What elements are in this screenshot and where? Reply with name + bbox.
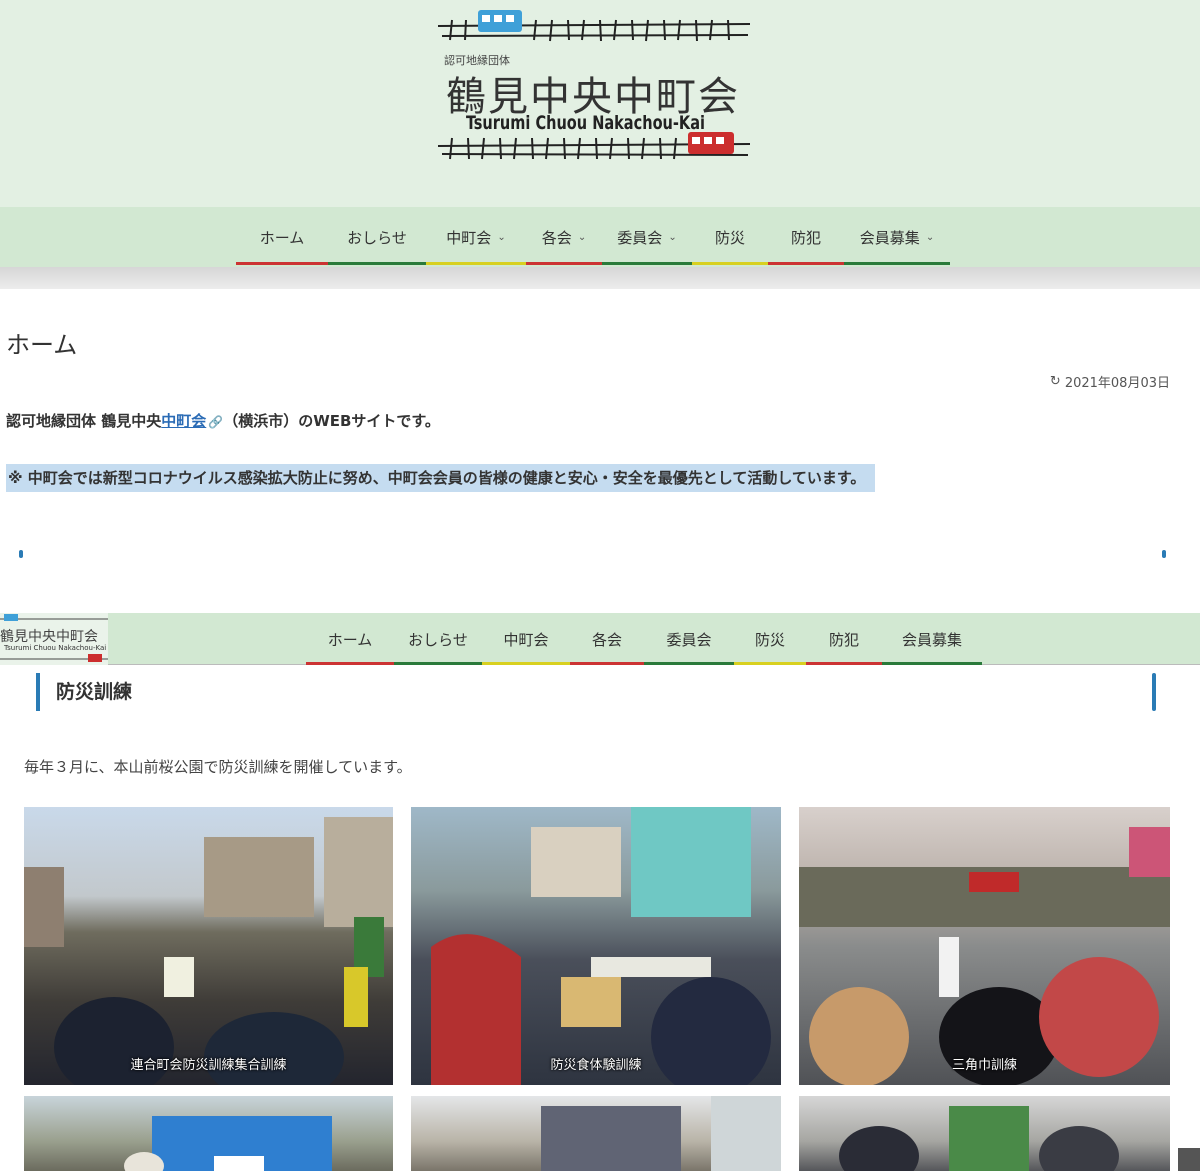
nav-item-home[interactable]: ホーム (236, 207, 328, 267)
nav-shadow (0, 267, 1200, 289)
nav-underline (602, 262, 692, 265)
nav-underline (426, 262, 526, 265)
sticky-nav-label: おしらせ (408, 630, 468, 649)
nav-item-label: 委員会 (617, 228, 663, 247)
nav-item-bouhan[interactable]: 防犯 (768, 207, 844, 267)
sticky-nav-membership[interactable]: 会員募集 (882, 613, 982, 665)
photo-image (541, 1096, 781, 1171)
photo-caption: 三角巾訓練 (951, 1058, 1017, 1073)
photo-drill-4[interactable] (24, 1096, 393, 1171)
nav-item-kakukai[interactable]: 各会 ⌄ (526, 207, 602, 267)
nav-underline (570, 662, 644, 665)
photo-drill-6[interactable] (799, 1096, 1170, 1171)
photo-image (24, 817, 393, 1085)
sticky-nav: 鶴見中央中町会 Tsurumi Chuou Nakachou-Kai ホーム お… (0, 613, 1200, 665)
nav-underline (328, 262, 426, 265)
nav-underline (734, 662, 806, 665)
site-header: 認可地縁団体 鶴見中央中町会 Tsurumi Chuou Nakachou-Ka… (0, 0, 1200, 207)
section-heading: 防災訓練 (36, 673, 132, 711)
external-link-icon[interactable]: 🔗 (208, 415, 223, 429)
nav-underline (692, 262, 768, 265)
nav-item-bousai[interactable]: 防災 (692, 207, 768, 267)
nav-underline (844, 262, 950, 265)
photo-image (839, 1106, 1119, 1171)
sticky-nav-kakukai[interactable]: 各会 (570, 613, 644, 665)
nav-item-membership[interactable]: 会員募集 ⌄ (844, 207, 950, 267)
sticky-nav-label: 委員会 (666, 630, 712, 649)
sticky-nav-label: 防災 (754, 630, 785, 649)
nav-item-label: おしらせ (347, 228, 407, 247)
nav-underline (482, 662, 570, 665)
photo-drill-5[interactable] (411, 1096, 781, 1171)
updated-date: ↻ 2021年08月03日 (1050, 372, 1170, 391)
photo-caption: 連合町会防災訓練集合訓練 (130, 1058, 287, 1073)
sticky-nav-nakachoukai[interactable]: 中町会 (482, 613, 570, 665)
intro-text: 認可地縁団体 鶴見中央中町会 🔗（横浜市）のWEBサイトです。 (6, 410, 440, 431)
nav-underline (526, 262, 602, 265)
photo-image (799, 827, 1170, 1085)
slider-dot-left (19, 550, 23, 558)
scrollbar-corner[interactable] (1178, 1148, 1200, 1171)
photo-image (124, 1116, 332, 1171)
chevron-down-icon: ⌄ (925, 231, 935, 243)
slider-dot-right (1162, 550, 1166, 558)
bottom-rail-graphic (438, 132, 750, 160)
sticky-nav-bousai[interactable]: 防災 (734, 613, 806, 665)
nav-item-label: 防犯 (790, 228, 821, 247)
chevron-down-icon: ⌄ (497, 231, 506, 243)
history-icon: ↻ (1049, 374, 1061, 389)
sticky-nav-label: 各会 (591, 630, 622, 649)
nav-underline (644, 662, 734, 665)
sticky-nav-label: 中町会 (503, 630, 549, 649)
nav-underline (768, 262, 844, 265)
nav-underline (806, 662, 882, 665)
nav-item-news[interactable]: おしらせ (328, 207, 426, 267)
date-text: 2021年08月03日 (1064, 376, 1170, 391)
photo-caption: 防災食体験訓練 (550, 1058, 642, 1073)
photo-assembly-drill[interactable]: 連合町会防災訓練集合訓練 (24, 807, 393, 1085)
nav-item-label: 防災 (714, 228, 745, 247)
intro-suffix: （横浜市）のWEBサイトです。 (223, 412, 440, 430)
sticky-nav-iinkai[interactable]: 委員会 (644, 613, 734, 665)
sticky-nav-bouhan[interactable]: 防犯 (806, 613, 882, 665)
mini-logo-roman: Tsurumi Chuou Nakachou-Kai (4, 644, 107, 652)
nav-underline (882, 662, 982, 665)
nav-item-nakachoukai[interactable]: 中町会 ⌄ (426, 207, 526, 267)
sticky-nav-label: 防犯 (828, 630, 859, 649)
section-heading-accent (1152, 673, 1156, 711)
nav-underline (236, 262, 328, 265)
chevron-down-icon: ⌄ (577, 231, 587, 243)
top-rail-graphic (438, 10, 750, 42)
mini-logo-title: 鶴見中央中町会 (0, 629, 98, 645)
sticky-nav-home[interactable]: ホーム (306, 613, 394, 665)
nav-item-label: 会員募集 (859, 228, 920, 247)
sticky-nav-label: 会員募集 (901, 630, 962, 649)
nav-item-label: 各会 (541, 228, 572, 247)
photo-image (431, 807, 771, 1085)
mini-logo[interactable]: 鶴見中央中町会 Tsurumi Chuou Nakachou-Kai (0, 613, 108, 665)
nav-item-label: 中町会 (446, 228, 492, 247)
photo-bandage-drill[interactable]: 三角巾訓練 (799, 807, 1170, 1085)
sticky-nav-news[interactable]: おしらせ (394, 613, 482, 665)
nav-item-iinkai[interactable]: 委員会 ⌄ (602, 207, 692, 267)
section-description: 毎年３月に、本山前桜公園で防災訓練を開催しています。 (24, 758, 412, 776)
covid-notice: ※ 中町会では新型コロナウイルス感染拡大防止に努め、中町会会員の皆様の健康と安心… (6, 464, 876, 492)
nav-underline (394, 662, 482, 665)
nakachoukai-link[interactable]: 中町会 (161, 412, 206, 430)
site-logo[interactable]: 認可地縁団体 鶴見中央中町会 Tsurumi Chuou Nakachou-Ka… (438, 8, 750, 168)
nav-item-label: ホーム (259, 228, 305, 247)
sticky-nav-label: ホーム (327, 630, 373, 649)
intro-prefix: 認可地縁団体 鶴見中央 (6, 412, 162, 430)
chevron-down-icon: ⌄ (668, 231, 677, 243)
page-title: ホーム (6, 331, 78, 359)
photo-food-drill[interactable]: 防災食体験訓練 (411, 807, 781, 1085)
main-nav: ホーム おしらせ 中町会 ⌄ 各会 ⌄ 委員会 ⌄ 防災 防犯 会員募集 ⌄ (0, 207, 1200, 267)
nav-underline (306, 662, 394, 665)
